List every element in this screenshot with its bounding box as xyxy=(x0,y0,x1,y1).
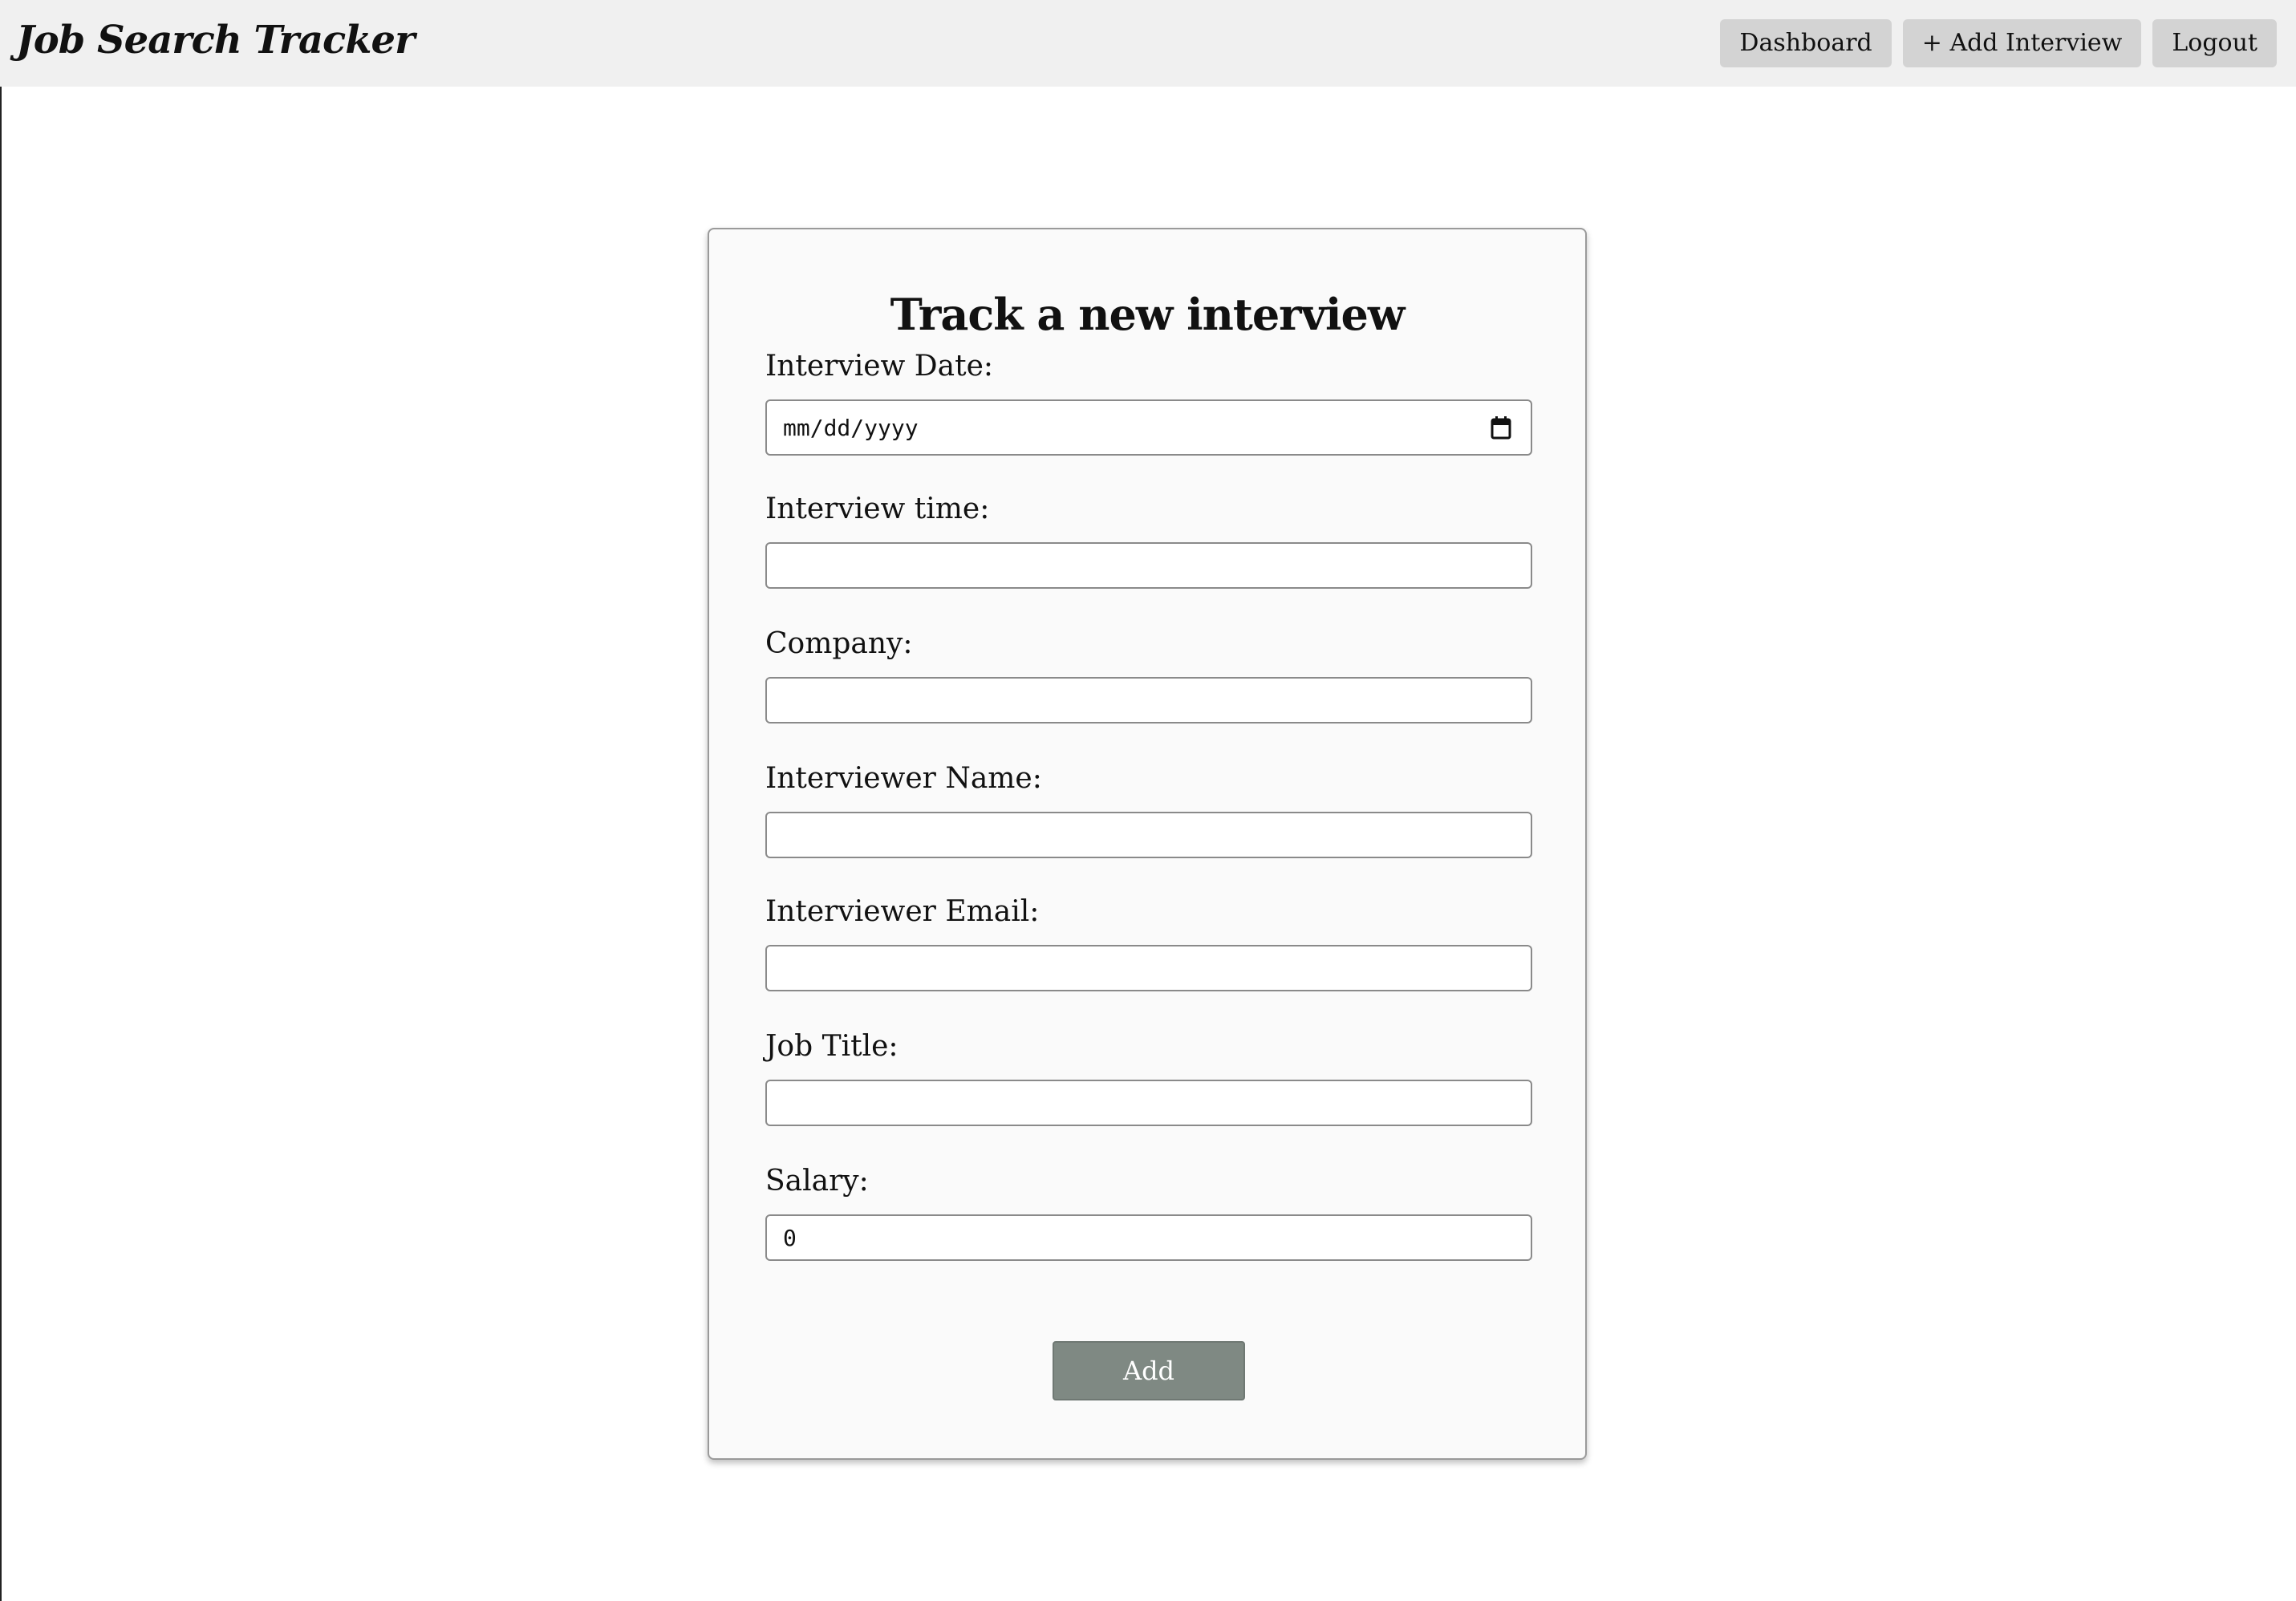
salary-value: 0 xyxy=(783,1224,797,1251)
job-title-input[interactable] xyxy=(765,1080,1532,1126)
interviewer-email-input[interactable] xyxy=(765,945,1532,991)
top-navbar: Job Search Tracker Dashboard + Add Inter… xyxy=(0,0,2296,87)
salary-label: Salary: xyxy=(765,1165,869,1198)
logout-button[interactable]: Logout xyxy=(2152,19,2277,67)
interviewer-name-input[interactable] xyxy=(765,812,1532,858)
interview-time-input[interactable] xyxy=(765,542,1532,589)
interviewer-name-label: Interviewer Name: xyxy=(765,762,1042,795)
calendar-icon[interactable] xyxy=(1491,415,1511,440)
interview-date-input[interactable]: mm/dd/yyyy xyxy=(765,399,1532,456)
interview-time-label: Interview time: xyxy=(765,492,990,525)
company-label: Company: xyxy=(765,627,913,660)
job-title-label: Job Title: xyxy=(765,1030,899,1063)
salary-input[interactable]: 0 xyxy=(765,1214,1532,1261)
company-input[interactable] xyxy=(765,677,1532,723)
form-title: Track a new interview xyxy=(890,289,1406,340)
add-interview-button[interactable]: + Add Interview xyxy=(1902,19,2142,67)
add-interview-form-card: Track a new interview Interview Date: mm… xyxy=(708,228,1587,1460)
interview-date-label: Interview Date: xyxy=(765,350,994,383)
interview-date-value: mm/dd/yyyy xyxy=(783,414,919,441)
interviewer-email-label: Interviewer Email: xyxy=(765,895,1040,928)
window-left-edge xyxy=(0,0,2,1601)
dashboard-button[interactable]: Dashboard xyxy=(1720,19,1892,67)
nav-buttons: Dashboard + Add Interview Logout xyxy=(1720,19,2277,67)
app-title[interactable]: Job Search Tracker xyxy=(16,18,415,63)
add-button[interactable]: Add xyxy=(1053,1341,1245,1400)
